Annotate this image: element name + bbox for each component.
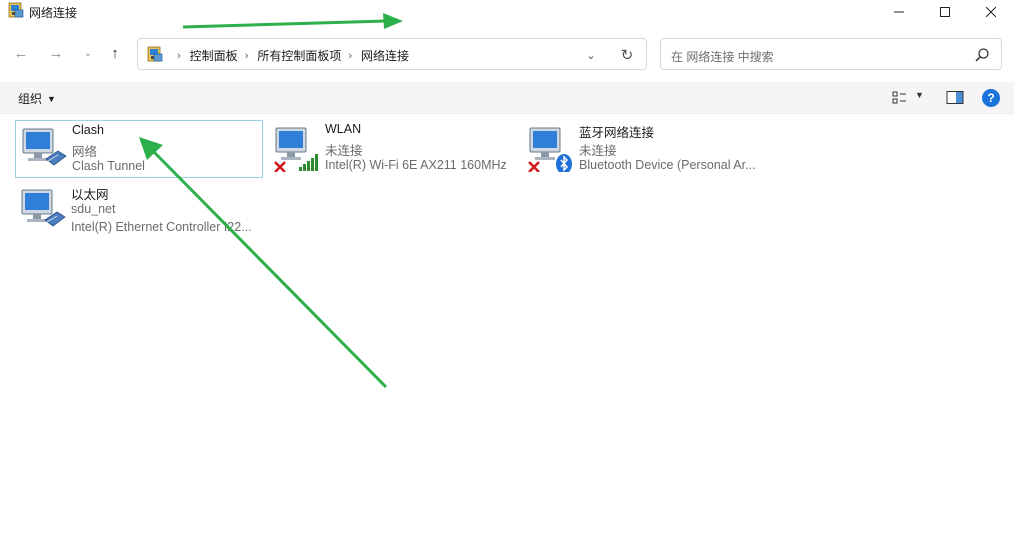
connection-name: 蓝牙网络连接 [579, 126, 655, 140]
disconnected-x-icon [274, 161, 286, 172]
arrow-right-icon: → [48, 44, 64, 62]
control-panel-icon [147, 46, 163, 62]
chevron-down-icon: ⌄ [586, 49, 596, 62]
breadcrumb-control-panel[interactable]: 控制面板 [190, 47, 238, 64]
help-icon: ? [987, 91, 995, 105]
close-icon [986, 7, 996, 17]
connection-status: 网络 [72, 145, 98, 159]
organize-menu[interactable]: 组织 ▼ [18, 90, 56, 107]
command-bar: 组织 ▼ ▼ ? [0, 82, 1014, 114]
connection-device: Intel(R) Wi-Fi 6E AX211 160MHz [325, 158, 507, 172]
address-bar[interactable]: › 控制面板 › 所有控制面板项 › 网络连接 ⌄ ↻ [137, 38, 647, 70]
caret-down-icon: ▼ [47, 93, 56, 104]
disconnected-x-icon [528, 161, 540, 172]
title-bar: 网络连接 [0, 0, 1014, 24]
connection-status: sdu_net [71, 202, 116, 216]
search-input[interactable]: 在 网络连接 中搜索 [671, 48, 774, 65]
minimize-button[interactable] [876, 0, 922, 24]
preview-pane-icon[interactable] [946, 90, 964, 106]
forward-button[interactable]: → [45, 42, 67, 64]
close-button[interactable] [968, 0, 1014, 24]
connection-item-ethernet[interactable]: 以太网 sdu_net Intel(R) Ethernet Controller… [15, 182, 263, 240]
chevron-right-icon[interactable]: › [348, 50, 352, 62]
refresh-button[interactable]: ↻ [618, 46, 636, 64]
connection-device: Clash Tunnel [72, 159, 145, 173]
network-computer-icon [22, 128, 67, 166]
recent-locations-button[interactable]: ⌄ [77, 42, 99, 64]
bluetooth-icon [556, 154, 572, 172]
breadcrumb-all-items[interactable]: 所有控制面板项 [257, 47, 341, 64]
connection-device: Bluetooth Device (Personal Ar... [579, 158, 756, 172]
connection-item-bluetooth[interactable]: 蓝牙网络连接 未连接 Bluetooth Device (Personal Ar… [523, 120, 771, 178]
organize-label: 组织 [18, 92, 43, 106]
help-button[interactable]: ? [982, 89, 1000, 107]
change-view-icon[interactable] [892, 90, 908, 106]
connection-name: Clash [72, 123, 104, 137]
refresh-icon: ↻ [620, 47, 634, 64]
connection-name: 以太网 [71, 188, 109, 202]
connection-device: Intel(R) Ethernet Controller I22... [71, 220, 252, 234]
arrow-left-icon: ← [13, 44, 29, 62]
search-icon[interactable] [974, 47, 990, 63]
chevron-down-icon: ⌄ [83, 47, 93, 59]
address-history-button[interactable]: ⌄ [583, 47, 599, 63]
search-box[interactable]: 在 网络连接 中搜索 [660, 38, 1002, 70]
connection-item-wlan[interactable]: WLAN 未连接 Intel(R) Wi-Fi 6E AX211 160MHz [269, 120, 517, 178]
navigation-bar: ← → ⌄ ↑ › 控制面板 › 所有控制面板项 › 网络连接 ⌄ ↻ 在 网络… [0, 34, 1014, 74]
chevron-right-icon[interactable]: › [245, 50, 249, 62]
wireless-computer-icon [274, 127, 318, 172]
maximize-icon [940, 7, 950, 17]
maximize-button[interactable] [922, 0, 968, 24]
connection-status: 未连接 [579, 144, 617, 158]
chevron-right-icon[interactable]: › [177, 50, 181, 62]
connection-item-clash[interactable]: Clash 网络 Clash Tunnel [15, 120, 263, 178]
ethernet-computer-icon [21, 189, 66, 227]
network-connections-icon [8, 2, 24, 18]
window-title: 网络连接 [29, 6, 78, 20]
back-button[interactable]: ← [10, 42, 32, 64]
wifi-signal-icon [299, 154, 318, 171]
breadcrumb-network-connections[interactable]: 网络连接 [361, 47, 409, 64]
breadcrumb: › 控制面板 › 所有控制面板项 › 网络连接 [170, 47, 409, 64]
minimize-icon [894, 11, 904, 13]
connection-status: 未连接 [325, 144, 363, 158]
up-button[interactable]: ↑ [104, 42, 126, 64]
connection-name: WLAN [325, 122, 362, 136]
view-options-caret-icon[interactable]: ▼ [915, 90, 924, 100]
arrow-up-icon: ↑ [111, 44, 119, 62]
bluetooth-computer-icon [528, 127, 572, 172]
